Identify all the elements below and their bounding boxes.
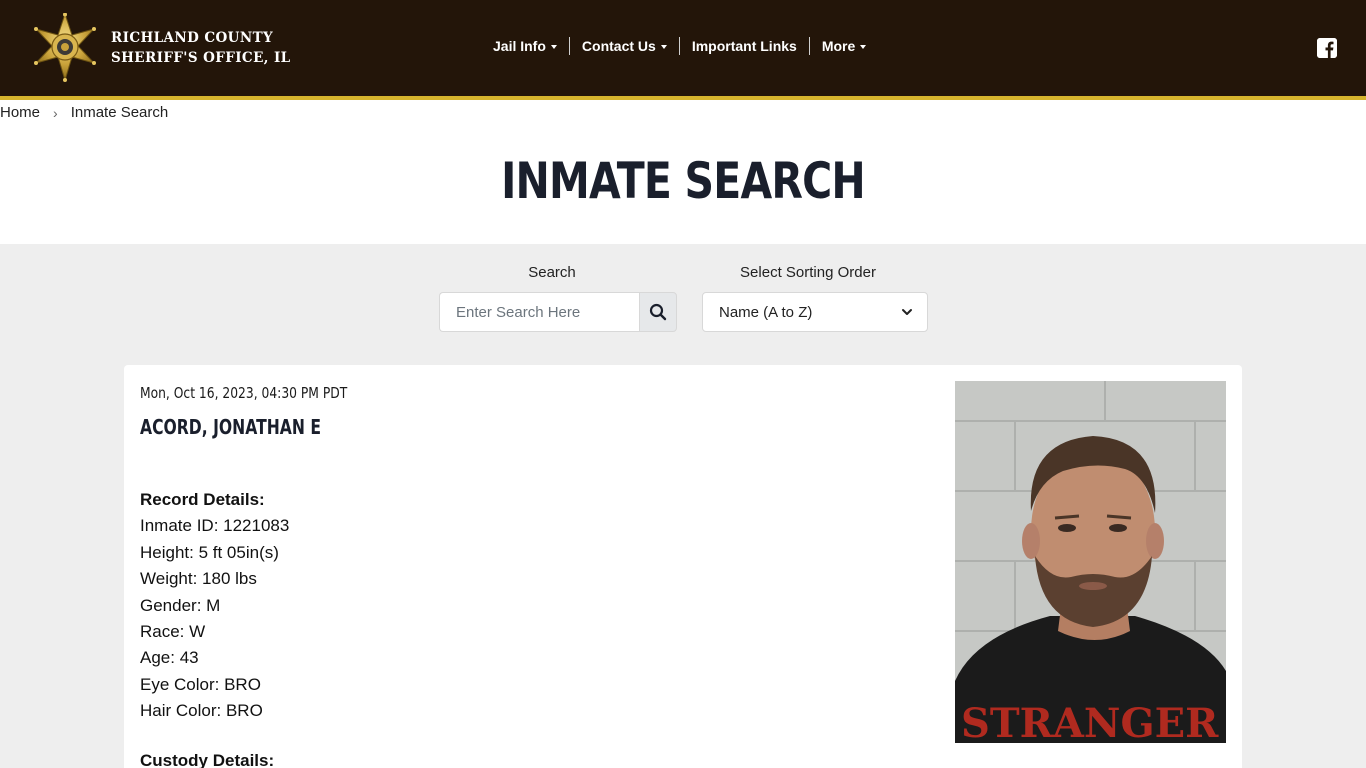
nav-jail-info-label: Jail Info bbox=[493, 38, 546, 54]
sort-order-select[interactable]: Name (A to Z) bbox=[702, 292, 928, 332]
nav-important-links-label: Important Links bbox=[691, 38, 797, 54]
detail-gender: Gender: M bbox=[140, 595, 221, 615]
detail-hair-color: Hair Color: BRO bbox=[140, 701, 263, 721]
detail-inmate-id: Inmate ID: 1221083 bbox=[140, 516, 290, 536]
inmate-card: Mon, Oct 16, 2023, 04:30 PM PDT ACORD, J… bbox=[124, 365, 1242, 768]
logo-line-office: SHERIFF'S OFFICE, IL bbox=[111, 50, 291, 66]
detail-eye-color: Eye Color: BRO bbox=[140, 674, 261, 694]
inmate-mugshot-photo: STRANGER bbox=[955, 381, 1226, 743]
title-section: Home › Inmate Search INMATE SEARCH bbox=[0, 100, 1366, 244]
record-details-heading: Record Details: bbox=[140, 490, 265, 509]
search-icon bbox=[649, 303, 667, 321]
nav-contact-us[interactable]: Contact Us bbox=[568, 37, 679, 55]
sheriff-star-logo[interactable] bbox=[31, 12, 99, 83]
nav-more-label: More bbox=[821, 38, 856, 54]
nav-more[interactable]: More bbox=[808, 37, 878, 55]
shirt-text: STRANGER bbox=[961, 700, 1219, 743]
search-button[interactable] bbox=[639, 292, 677, 332]
search-input[interactable] bbox=[439, 292, 639, 332]
record-details: Record Details: Inmate ID: 1221083 Heigh… bbox=[140, 487, 289, 725]
sort-label: Select Sorting Order bbox=[740, 264, 876, 281]
booking-datetime: Mon, Oct 16, 2023, 04:30 PM PDT bbox=[140, 384, 348, 402]
caret-down-icon bbox=[860, 44, 867, 49]
custody-details-heading: Custody Details: bbox=[140, 751, 275, 768]
nav-important-links[interactable]: Important Links bbox=[678, 37, 809, 55]
breadcrumb-current: Inmate Search bbox=[70, 104, 169, 121]
detail-age: Age: 43 bbox=[140, 648, 199, 668]
detail-weight: Weight: 180 lbs bbox=[140, 569, 257, 589]
nav-jail-info[interactable]: Jail Info bbox=[481, 37, 569, 55]
detail-race: Race: W bbox=[140, 622, 206, 642]
facebook-icon[interactable] bbox=[1317, 38, 1337, 58]
search-label: Search bbox=[528, 264, 576, 281]
caret-down-icon bbox=[660, 44, 667, 49]
breadcrumb-home-link[interactable]: Home bbox=[0, 104, 40, 121]
main-nav: Jail Info Contact Us Important Links Mor… bbox=[481, 36, 878, 56]
inmate-name[interactable]: ACORD, JONATHAN E bbox=[140, 415, 321, 439]
chevron-right-icon: › bbox=[53, 104, 58, 121]
chevron-down-icon bbox=[902, 309, 912, 315]
site-logo-text[interactable]: RICHLAND COUNTY SHERIFF'S OFFICE, IL bbox=[111, 28, 291, 68]
nav-contact-us-label: Contact Us bbox=[581, 38, 656, 54]
logo-line-county: RICHLAND COUNTY bbox=[111, 30, 274, 46]
caret-down-icon bbox=[550, 44, 557, 49]
site-header: RICHLAND COUNTY SHERIFF'S OFFICE, IL Jai… bbox=[0, 0, 1366, 96]
sort-selected-value: Name (A to Z) bbox=[719, 303, 813, 321]
page-title: INMATE SEARCH bbox=[501, 152, 866, 210]
detail-height: Height: 5 ft 05in(s) bbox=[140, 542, 279, 562]
breadcrumb: Home › Inmate Search bbox=[0, 104, 168, 121]
